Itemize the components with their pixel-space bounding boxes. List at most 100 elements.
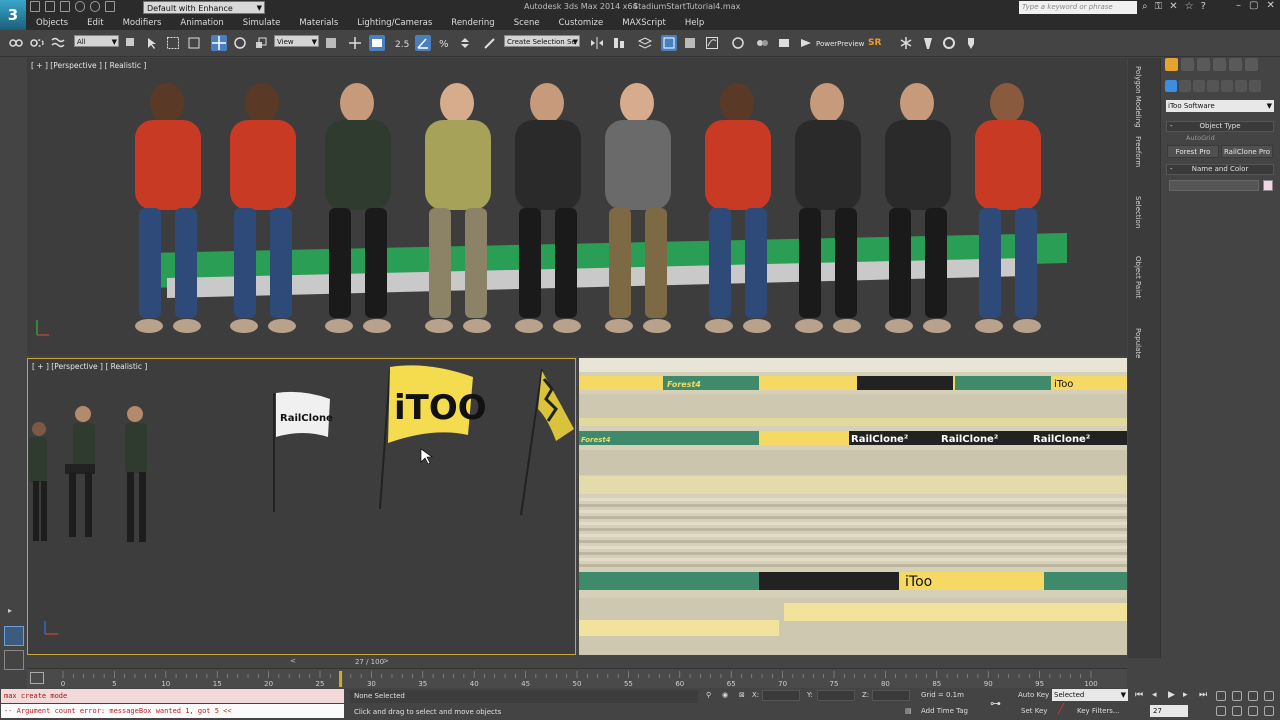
percent-snap-icon[interactable]: %	[436, 35, 452, 51]
key-filters-button[interactable]: Key Filters...	[1077, 707, 1120, 715]
select-and-move-icon[interactable]	[211, 35, 227, 51]
spinner-snap-icon[interactable]	[457, 35, 473, 51]
set-key-icon[interactable]: ╱	[1058, 704, 1064, 715]
search-input[interactable]: Type a keyword or phrase	[1019, 1, 1137, 14]
tab-object-paint[interactable]: Object Paint	[1134, 256, 1142, 298]
field-of-view-icon[interactable]	[1216, 706, 1226, 716]
zoom-all-icon[interactable]	[1232, 691, 1242, 701]
next-frame-icon[interactable]: ▸	[1183, 690, 1188, 700]
track-bar[interactable]: 0 5 10 15 20 25 30 35 40 45 50 55 60 65 70 75 80 85 90 95 10…	[27, 668, 1127, 688]
keyboard-shortcut-override-icon[interactable]	[369, 35, 385, 51]
menu-lighting-cameras[interactable]: Lighting/Cameras	[347, 16, 441, 30]
display-tab-icon[interactable]	[1229, 58, 1242, 71]
window-crossing-icon[interactable]	[186, 35, 202, 51]
unlink-icon[interactable]	[29, 35, 45, 51]
mini-curve-editor-icon[interactable]	[30, 672, 44, 684]
go-to-start-icon[interactable]: ⏮	[1135, 690, 1143, 700]
category-dropdown[interactable]: iToo Software ▼	[1166, 100, 1274, 112]
time-tag-icon[interactable]: ▤	[905, 707, 912, 715]
bolt-tool-icon[interactable]	[898, 35, 914, 51]
forest-pro-button[interactable]: Forest Pro	[1167, 145, 1219, 158]
helpers-icon[interactable]	[1221, 80, 1233, 92]
menu-modifiers[interactable]: Modifiers	[113, 16, 171, 30]
project-folder-icon[interactable]	[105, 1, 115, 12]
bind-space-warp-icon[interactable]	[50, 35, 66, 51]
space-warps-icon[interactable]	[1235, 80, 1247, 92]
menu-rendering[interactable]: Rendering	[441, 16, 503, 30]
menu-customize[interactable]: Customize	[549, 16, 613, 30]
prev-frame-icon[interactable]: <	[290, 657, 296, 665]
select-and-rotate-icon[interactable]	[232, 35, 248, 51]
viewport-layout-icon[interactable]	[4, 626, 24, 646]
railclone-pro-button[interactable]: RailClone Pro	[1221, 145, 1273, 158]
viewport-stadium-render[interactable]: Forest4 iToo RailClone² RailClone² RailC…	[579, 358, 1127, 655]
go-to-end-icon[interactable]: ⏭	[1199, 690, 1207, 700]
minimize-icon[interactable]: –	[1236, 0, 1241, 11]
viewport-layout-grid-icon[interactable]	[4, 650, 24, 670]
menu-scene[interactable]: Scene	[504, 16, 549, 30]
current-frame-field[interactable]: 27	[1150, 705, 1188, 717]
autogrid-checkbox[interactable]: AutoGrid	[1186, 134, 1215, 142]
expand-arrow-icon[interactable]: ▸	[8, 606, 12, 615]
viewport-perspective-top[interactable]: [ + ] [Perspective ] [ Realistic ]	[27, 58, 1127, 356]
maxscript-listener-line[interactable]: max create mode	[1, 689, 344, 703]
time-slider[interactable]: < 27 / 100 >	[27, 657, 1127, 667]
subscription-icon[interactable]: ⚿	[1155, 1, 1163, 12]
tab-polygon-modeling[interactable]: Polygon Modeling	[1134, 66, 1142, 128]
motion-tab-icon[interactable]	[1213, 58, 1226, 71]
select-and-scale-icon[interactable]	[253, 35, 269, 51]
maxscript-error-line[interactable]: -- Argument count error: messageBox want…	[1, 704, 344, 718]
zoom-extents-icon[interactable]	[1248, 691, 1258, 701]
search-icon[interactable]: ⌕	[1142, 1, 1148, 12]
link-icon[interactable]	[8, 35, 24, 51]
close-icon[interactable]: ✕	[1266, 0, 1274, 11]
create-tab-icon[interactable]	[1165, 58, 1178, 71]
tab-populate[interactable]: Populate	[1134, 328, 1142, 358]
tab-freeform[interactable]: Freeform	[1134, 136, 1142, 167]
previous-frame-icon[interactable]: ◂	[1152, 690, 1157, 700]
geometry-icon[interactable]	[1165, 80, 1177, 92]
zoom-icon[interactable]	[1216, 691, 1226, 701]
redo-icon[interactable]	[90, 1, 100, 12]
undo-icon[interactable]	[75, 1, 85, 12]
workspace-dropdown[interactable]: Default with Enhance ▼	[143, 1, 265, 14]
material-editor-icon[interactable]	[754, 35, 770, 51]
shapes-icon[interactable]	[1179, 80, 1191, 92]
pan-view-icon[interactable]	[1232, 706, 1242, 716]
help-icon[interactable]: ?	[1201, 1, 1206, 12]
menu-objects[interactable]: Objects	[26, 16, 77, 30]
absolute-mode-icon[interactable]: ⊠	[739, 691, 745, 699]
edit-named-selection-icon[interactable]	[482, 35, 498, 51]
selection-filter-dropdown[interactable]: All ▼	[74, 35, 119, 47]
menu-simulate[interactable]: Simulate	[233, 16, 290, 30]
sr-button[interactable]: SR	[868, 38, 881, 48]
menu-edit[interactable]: Edit	[77, 16, 112, 30]
mirror-icon[interactable]	[589, 35, 605, 51]
viewport-label[interactable]: [ + ] [Perspective ] [ Realistic ]	[32, 362, 147, 371]
menu-help[interactable]: Help	[675, 16, 713, 30]
communication-icon[interactable]: ✕	[1169, 1, 1177, 12]
open-file-icon[interactable]	[45, 1, 55, 12]
power-preview-button[interactable]: PowerPreview	[816, 40, 864, 48]
set-key-button[interactable]: Set Key	[1021, 707, 1047, 715]
new-file-icon[interactable]	[30, 1, 40, 12]
select-object-icon[interactable]	[123, 35, 139, 51]
hierarchy-tab-icon[interactable]	[1197, 58, 1210, 71]
lock-selection-icon[interactable]: ⚲	[706, 691, 711, 699]
menu-maxscript[interactable]: MAXScript	[612, 16, 675, 30]
maximize-viewport-icon[interactable]	[1264, 706, 1274, 716]
object-color-swatch[interactable]	[1263, 180, 1273, 191]
favorites-icon[interactable]: ☆	[1185, 1, 1194, 12]
save-file-icon[interactable]	[60, 1, 70, 12]
x-coordinate-field[interactable]	[762, 690, 800, 701]
angle-snap-icon[interactable]	[415, 35, 431, 51]
menu-materials[interactable]: Materials	[289, 16, 347, 30]
lights-icon[interactable]	[1193, 80, 1205, 92]
pivot-point-icon[interactable]	[323, 35, 339, 51]
scene-explorer-icon[interactable]	[661, 35, 677, 51]
layer-manager-icon[interactable]	[637, 35, 653, 51]
curve-editor-icon[interactable]	[704, 35, 720, 51]
tab-selection[interactable]: Selection	[1134, 196, 1142, 228]
rollout-name-and-color[interactable]: - Name and Color	[1166, 164, 1274, 175]
zoom-extents-all-icon[interactable]	[1264, 691, 1274, 701]
